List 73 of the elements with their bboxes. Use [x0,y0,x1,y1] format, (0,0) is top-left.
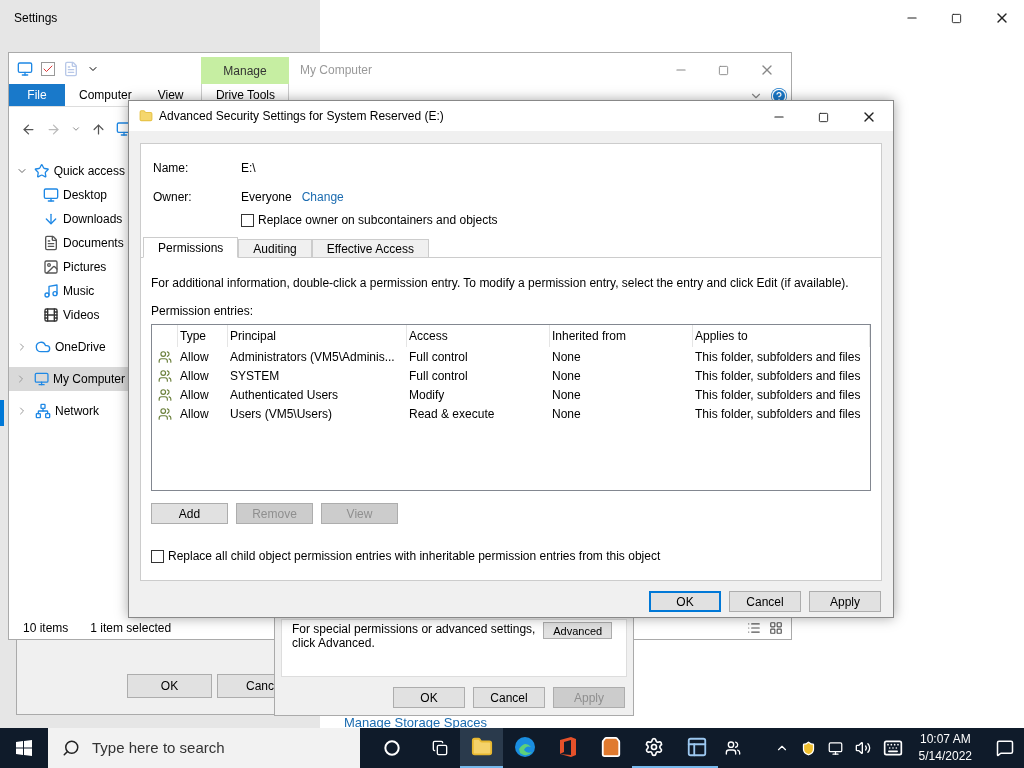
checkbox-label: Replace all child object permission entries with inheritable permission entries from this object [168,548,661,565]
table-cell-text: Allow [179,348,210,366]
dialog-button[interactable]: Add [151,503,228,524]
dialog-button[interactable]: OK [393,687,465,708]
table-cell-text: SYSTEM [229,367,281,385]
tab[interactable]: Permissions [143,237,239,258]
table-cell-text: Authenticated Users [229,386,340,404]
tree-item[interactable]: My Computer [9,367,129,391]
ribbon-tab[interactable]: Computer [79,84,132,106]
table-cell-text: Full control [408,367,469,385]
context-tab-label: Manage [223,63,267,80]
name-value: E:\ [241,160,256,177]
dialog-button[interactable]: OK [127,674,212,698]
owner-value: Everyone [241,189,292,206]
dialog-button[interactable]: Cancel [729,591,801,612]
table-cell-text: Users (VM5\Users) [229,405,333,423]
table-cell-text: None [551,348,582,366]
dialog-button[interactable]: Cancel [473,687,545,708]
tree-item[interactable]: Quick access [9,159,129,183]
status-text: 10 items [23,620,69,637]
column-header[interactable]: Principal [228,325,407,347]
tree-item[interactable]: Documents [9,231,129,255]
tab[interactable]: Effective Access [311,239,429,258]
permission-row[interactable]: Allow SYSTEM Full control None This folder, subfolders and files [152,366,870,385]
info-text: For additional information, double-click a permission entry. To modify a permission entry, select the entry and click Edit (if available). [151,275,850,292]
section-label: Permission entries: [151,303,255,320]
window-title: Settings [14,10,58,27]
table-cell-text: Read & execute [408,405,496,423]
table-cell-text: Modify [408,386,446,404]
permission-row[interactable]: Allow Authenticated Users Modify None This folder, subfolders and files [152,385,870,404]
table-cell-text: Full control [408,348,469,366]
advanced-button[interactable]: Advanced [543,622,612,639]
tree-item[interactable]: Videos [9,303,129,327]
hint-text: click Advanced. [292,636,376,650]
search-box[interactable]: Type here to search [48,728,360,768]
checkbox-label: Replace owner on subcontainers and objects [258,212,498,229]
change-link[interactable]: Change [301,188,344,206]
table-cell-text: This folder, subfolders and files [694,405,862,423]
tree-item[interactable]: Downloads [9,207,129,231]
permission-row[interactable]: Allow Administrators (VM5\Adminis... Full control None This folder, subfolders and files [152,347,870,366]
window-title: Advanced Security Settings for System Reserved (E:) [159,108,444,125]
table-cell-text: This folder, subfolders and files [694,348,862,366]
tree-item[interactable]: OneDrive [9,335,129,359]
tree-item[interactable]: Music [9,279,129,303]
tree-item[interactable]: Pictures [9,255,129,279]
column-header[interactable]: Access [407,325,550,347]
file-tab[interactable]: File [9,84,65,106]
table-cell-text: Allow [179,386,210,404]
tree-item[interactable]: Desktop [9,183,129,207]
table-cell-text: None [551,386,582,404]
table-cell-text: None [551,405,582,423]
dialog-button[interactable]: OK [649,591,721,612]
column-header[interactable]: Type [178,325,228,347]
column-header[interactable]: Applies to [693,325,870,347]
table-cell-text: Administrators (VM5\Adminis... [229,348,396,366]
table-cell-text: None [551,367,582,385]
window-title: My Computer [300,62,373,79]
tree-item[interactable]: Network [9,399,129,423]
clock-time[interactable]: 10:07 AM [919,731,971,748]
field-label: Name: [153,160,190,177]
table-cell-text: This folder, subfolders and files [694,386,862,404]
dialog-button[interactable]: Canc [217,674,277,698]
dialog-button[interactable]: Apply [809,591,881,612]
clock-date[interactable]: 5/14/2022 [918,748,972,765]
column-header[interactable]: Inherited from [550,325,693,347]
table-cell-text: Allow [179,367,210,385]
table-cell-text: This folder, subfolders and files [694,367,862,385]
table-cell-text: Allow [179,405,210,423]
hint-text: For special permissions or advanced settings, [292,622,536,636]
field-label: Owner: [153,189,193,206]
permission-row[interactable]: Allow Users (VM5\Users) Read & execute None This folder, subfolders and files [152,404,870,423]
tab[interactable]: Auditing [238,239,312,258]
status-text: 1 item selected [90,620,172,637]
